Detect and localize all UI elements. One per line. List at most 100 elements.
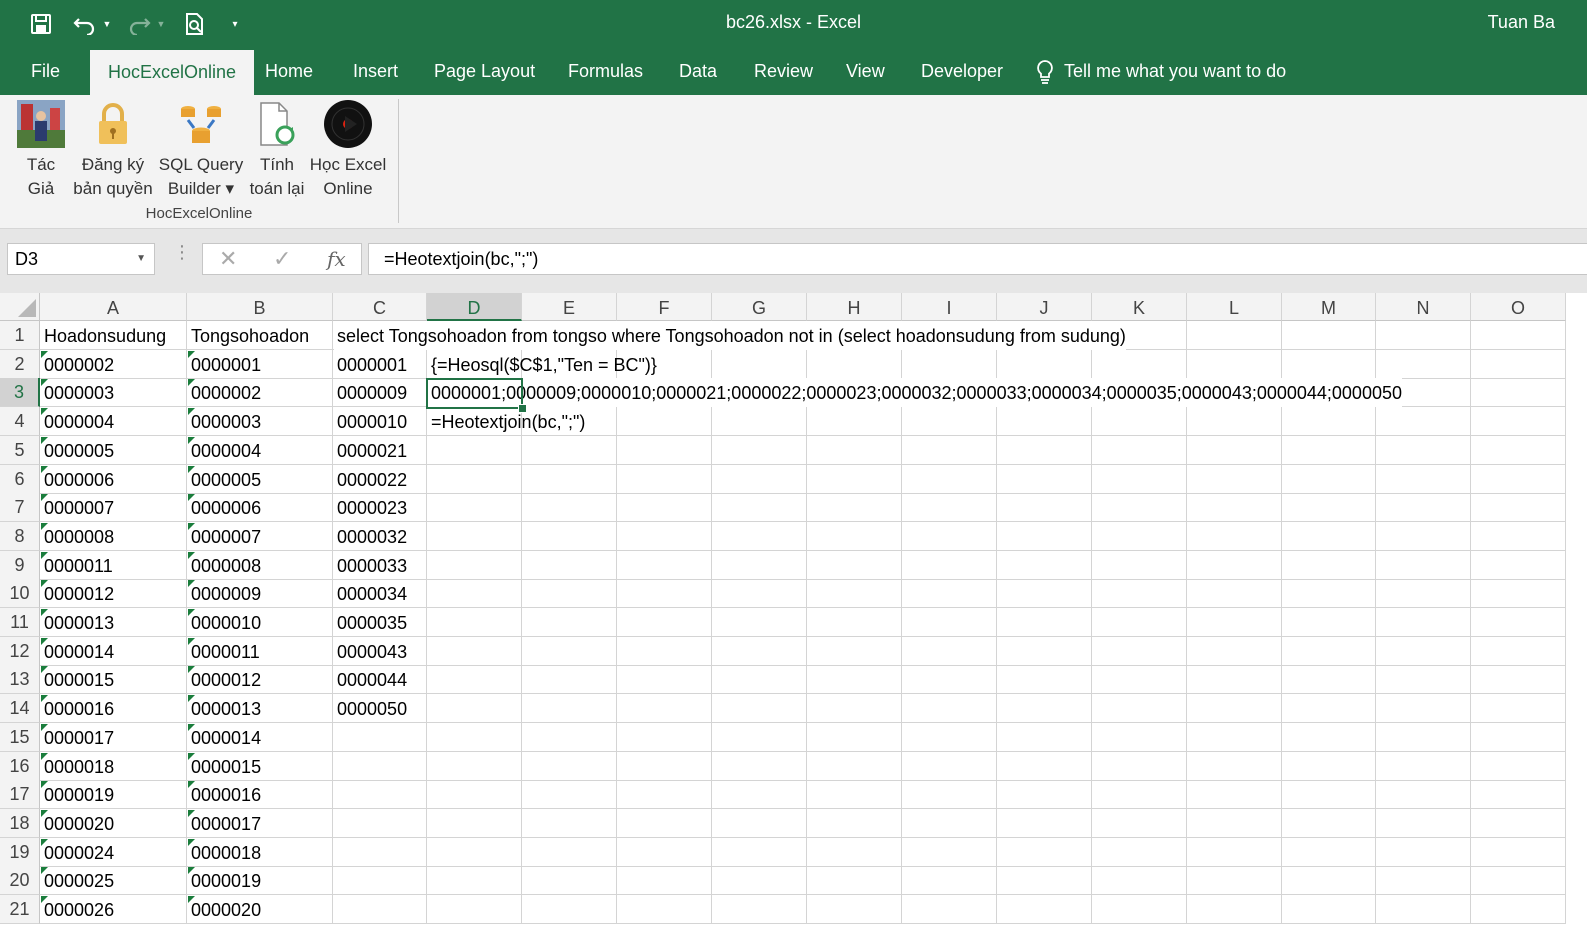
cell-d5[interactable] — [427, 435, 522, 465]
cell-f4[interactable] — [617, 407, 712, 437]
cell-g10[interactable] — [712, 579, 807, 609]
hoc-excel-online-button[interactable]: Học Excel Online — [308, 95, 388, 201]
cell-i18[interactable] — [902, 808, 997, 838]
cell-o18[interactable] — [1471, 808, 1566, 838]
cell-e17[interactable] — [522, 780, 617, 810]
cell-c15[interactable] — [333, 722, 427, 752]
cell-l10[interactable] — [1187, 579, 1282, 609]
cell-g12[interactable] — [712, 636, 807, 666]
cell-j6[interactable] — [997, 464, 1092, 494]
column-header-j[interactable]: J — [997, 293, 1092, 321]
cell-o3[interactable] — [1471, 378, 1566, 408]
cell-j9[interactable] — [997, 550, 1092, 580]
row-header-5[interactable]: 5 — [0, 435, 40, 465]
cell-i12[interactable] — [902, 636, 997, 666]
cell-o12[interactable] — [1471, 636, 1566, 666]
cell-m13[interactable] — [1282, 665, 1376, 695]
cell-l21[interactable] — [1187, 895, 1282, 924]
cancel-icon[interactable]: ✕ — [219, 244, 237, 274]
tab-review[interactable]: Review — [754, 48, 813, 95]
cell-g11[interactable] — [712, 608, 807, 637]
fill-handle[interactable] — [518, 404, 527, 413]
cell-l4[interactable] — [1187, 407, 1282, 437]
cell-f19[interactable] — [617, 837, 712, 867]
formula-input[interactable]: =Heotextjoin(bc,";") — [368, 243, 1587, 275]
vertical-dots-icon[interactable]: ⋮ — [173, 243, 191, 261]
cell-m12[interactable] — [1282, 636, 1376, 666]
tab-page-layout[interactable]: Page Layout — [434, 48, 535, 95]
row-header-6[interactable]: 6 — [0, 464, 40, 494]
cell-i7[interactable] — [902, 493, 997, 523]
cell-k10[interactable] — [1092, 579, 1187, 609]
tab-data[interactable]: Data — [679, 48, 717, 95]
cell-j10[interactable] — [997, 579, 1092, 609]
cell-m14[interactable] — [1282, 694, 1376, 724]
cell-o2[interactable] — [1471, 349, 1566, 379]
cell-i13[interactable] — [902, 665, 997, 695]
cell-e19[interactable] — [522, 837, 617, 867]
cell-d18[interactable] — [427, 808, 522, 838]
row-header-16[interactable]: 16 — [0, 751, 40, 781]
cell-g6[interactable] — [712, 464, 807, 494]
cell-j21[interactable] — [997, 895, 1092, 924]
cell-f7[interactable] — [617, 493, 712, 523]
cell-m21[interactable] — [1282, 895, 1376, 924]
cell-k11[interactable] — [1092, 608, 1187, 637]
cell-d12[interactable] — [427, 636, 522, 666]
cell-l12[interactable] — [1187, 636, 1282, 666]
cell-l18[interactable] — [1187, 808, 1282, 838]
cell-n2[interactable] — [1376, 349, 1471, 379]
cell-n10[interactable] — [1376, 579, 1471, 609]
column-header-h[interactable]: H — [807, 293, 902, 321]
column-header-n[interactable]: N — [1376, 293, 1471, 321]
cell-k9[interactable] — [1092, 550, 1187, 580]
column-header-f[interactable]: F — [617, 293, 712, 321]
row-header-4[interactable]: 4 — [0, 407, 40, 437]
column-header-e[interactable]: E — [522, 293, 617, 321]
cell-e5[interactable] — [522, 435, 617, 465]
cell-g20[interactable] — [712, 866, 807, 896]
cell-e16[interactable] — [522, 751, 617, 781]
cell-e10[interactable] — [522, 579, 617, 609]
cell-f14[interactable] — [617, 694, 712, 724]
cell-m17[interactable] — [1282, 780, 1376, 810]
row-header-9[interactable]: 9 — [0, 550, 40, 580]
cell-i4[interactable] — [902, 407, 997, 437]
row-header-7[interactable]: 7 — [0, 493, 40, 523]
tab-hocexcelonline[interactable]: HocExcelOnline — [90, 50, 255, 95]
cell-k17[interactable] — [1092, 780, 1187, 810]
cell-c19[interactable] — [333, 837, 427, 867]
cell-e12[interactable] — [522, 636, 617, 666]
cell-f9[interactable] — [617, 550, 712, 580]
cell-k7[interactable] — [1092, 493, 1187, 523]
cell-j18[interactable] — [997, 808, 1092, 838]
cell-f17[interactable] — [617, 780, 712, 810]
cell-k18[interactable] — [1092, 808, 1187, 838]
cell-i6[interactable] — [902, 464, 997, 494]
tab-formulas[interactable]: Formulas — [568, 48, 643, 95]
cell-h20[interactable] — [807, 866, 902, 896]
cell-d13[interactable] — [427, 665, 522, 695]
cell-o5[interactable] — [1471, 435, 1566, 465]
cell-h9[interactable] — [807, 550, 902, 580]
cell-c18[interactable] — [333, 808, 427, 838]
cell-c17[interactable] — [333, 780, 427, 810]
cell-m20[interactable] — [1282, 866, 1376, 896]
cell-n5[interactable] — [1376, 435, 1471, 465]
cell-e13[interactable] — [522, 665, 617, 695]
cell-j4[interactable] — [997, 407, 1092, 437]
cell-e21[interactable] — [522, 895, 617, 924]
row-header-13[interactable]: 13 — [0, 665, 40, 695]
cell-h18[interactable] — [807, 808, 902, 838]
cell-f16[interactable] — [617, 751, 712, 781]
cell-n7[interactable] — [1376, 493, 1471, 523]
cell-i21[interactable] — [902, 895, 997, 924]
cell-d19[interactable] — [427, 837, 522, 867]
cell-n18[interactable] — [1376, 808, 1471, 838]
cell-c20[interactable] — [333, 866, 427, 896]
row-header-14[interactable]: 14 — [0, 694, 40, 724]
cell-j12[interactable] — [997, 636, 1092, 666]
cell-h13[interactable] — [807, 665, 902, 695]
cell-g2[interactable] — [712, 349, 807, 379]
cell-n21[interactable] — [1376, 895, 1471, 924]
